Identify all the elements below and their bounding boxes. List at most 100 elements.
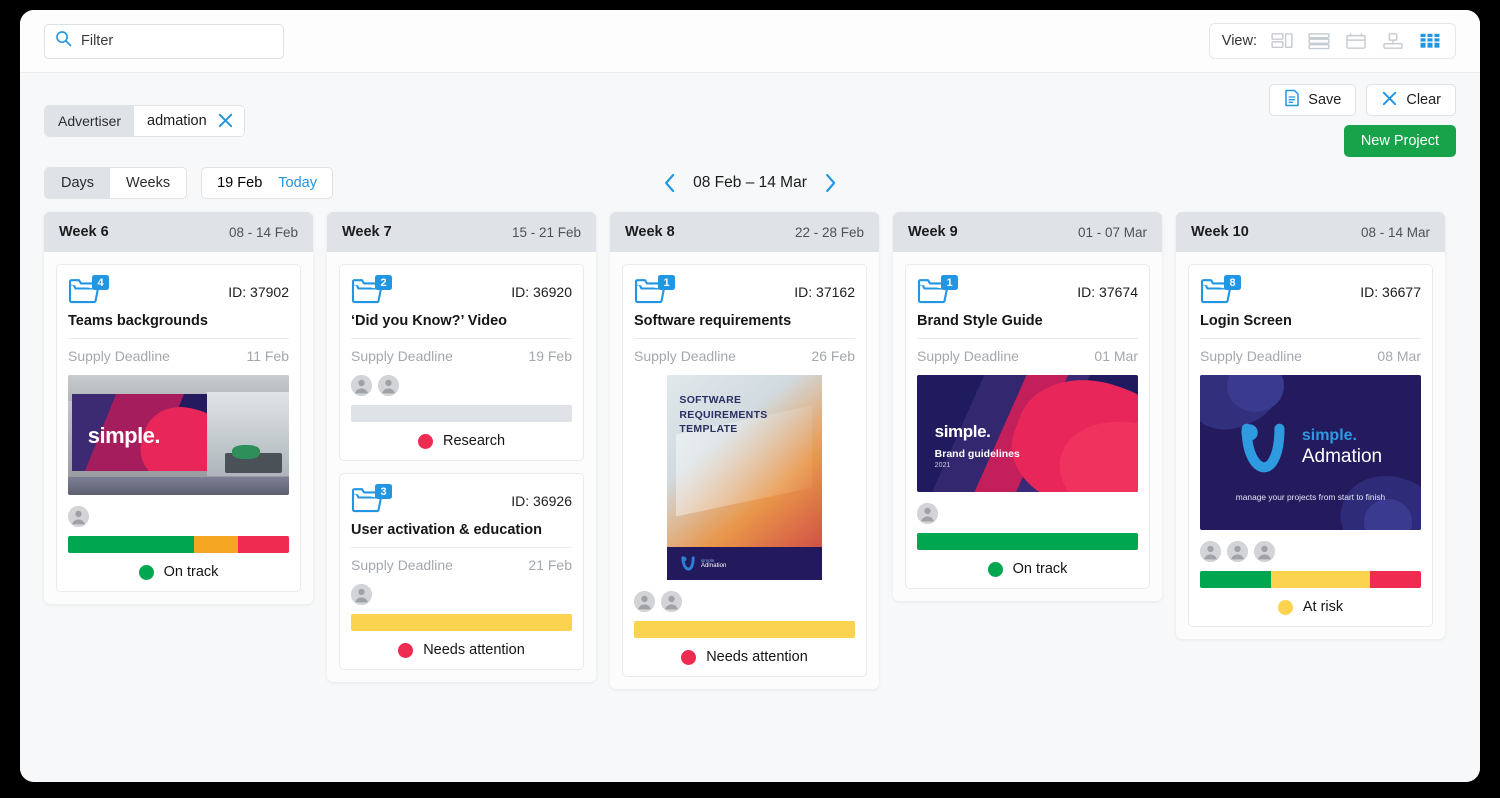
- progress-bar: [351, 614, 572, 631]
- toolbar-actions: Save Clear New Project: [1269, 84, 1456, 157]
- avatar[interactable]: [378, 375, 399, 396]
- search-filter-box[interactable]: [44, 23, 284, 59]
- card-thumbnail[interactable]: simple. Brand guidelines 2021: [917, 375, 1138, 492]
- view-switcher: View:: [1208, 23, 1456, 59]
- thumbnail-sub-text: Admation: [1301, 445, 1383, 467]
- project-card[interactable]: 3 ID: 36926 User activation & education …: [339, 473, 584, 670]
- avatar[interactable]: [1254, 541, 1275, 562]
- folder-icon[interactable]: 1: [634, 275, 675, 307]
- kanban-view-icon[interactable]: [1417, 30, 1443, 52]
- column-week-label: Week 8: [625, 224, 675, 240]
- assignee-avatars: [634, 591, 855, 612]
- status-label: Needs attention: [706, 649, 808, 665]
- supply-deadline-label: Supply Deadline: [351, 557, 453, 573]
- progress-bar: [68, 536, 289, 553]
- kanban-column: Week 10 08 - 14 Mar 8 ID: 36677 Login Scr…: [1176, 212, 1445, 639]
- calendar-view-icon[interactable]: [1343, 30, 1369, 52]
- card-header: 2 ID: 36920: [351, 275, 572, 307]
- today-button[interactable]: Today: [278, 175, 317, 191]
- avatar[interactable]: [634, 591, 655, 612]
- progress-bar: [917, 533, 1138, 550]
- folder-icon[interactable]: 3: [351, 484, 392, 516]
- previous-range-icon[interactable]: [663, 173, 676, 193]
- column-date-range: 08 - 14 Mar: [1360, 224, 1430, 240]
- next-range-icon[interactable]: [824, 173, 837, 193]
- project-id: ID: 37162: [794, 284, 855, 300]
- advertiser-filter-value: admation: [147, 112, 207, 129]
- card-thumbnail[interactable]: simple.: [68, 375, 289, 495]
- split-view-icon[interactable]: [1269, 30, 1295, 52]
- remove-advertiser-filter-icon[interactable]: [217, 112, 234, 129]
- card-header: 4 ID: 37902: [68, 275, 289, 307]
- progress-bar: [351, 405, 572, 422]
- asset-count-badge: 4: [92, 275, 109, 290]
- weeks-toggle[interactable]: Weeks: [110, 168, 187, 198]
- column-card-list: 1 ID: 37162 Software requirements Supply…: [610, 252, 879, 689]
- new-project-button[interactable]: New Project: [1343, 125, 1456, 157]
- column-card-list: 8 ID: 36677 Login Screen Supply Deadline…: [1176, 252, 1445, 639]
- progress-segment: [634, 621, 855, 638]
- status-indicator-dot: [417, 433, 433, 449]
- folder-icon[interactable]: 8: [1200, 275, 1241, 307]
- avatar[interactable]: [68, 506, 89, 527]
- thumbnail-brand-text: simple.: [87, 422, 161, 448]
- status-label: At risk: [1302, 599, 1344, 615]
- card-header: 1 ID: 37162: [634, 275, 855, 307]
- project-card[interactable]: 4 ID: 37902 Teams backgrounds Supply Dea…: [56, 264, 301, 592]
- search-icon: [55, 30, 72, 52]
- asset-count-badge: 1: [658, 275, 675, 290]
- list-view-icon[interactable]: [1306, 30, 1332, 52]
- avatar[interactable]: [1227, 541, 1248, 562]
- card-header: 8 ID: 36677: [1200, 275, 1421, 307]
- progress-segment: [193, 536, 239, 553]
- gantt-view-icon[interactable]: [1380, 30, 1406, 52]
- project-card[interactable]: 8 ID: 36677 Login Screen Supply Deadline…: [1188, 264, 1433, 627]
- thumbnail-software-requirements-doc: SOFTWARE REQUIREMENTS TEMPLATE simple. A…: [667, 375, 822, 580]
- progress-segment: [68, 536, 194, 553]
- project-id: ID: 36920: [511, 284, 572, 300]
- project-title: Login Screen: [1200, 313, 1292, 329]
- avatar[interactable]: [661, 591, 682, 612]
- kanban-column: Week 9 01 - 07 Mar 1 ID: 37674 Brand Styl…: [893, 212, 1162, 601]
- kanban-board-scroll[interactable]: Week 6 08 - 14 Feb 4 ID: 37902 Teams back…: [20, 199, 1480, 782]
- card-thumbnail[interactable]: SOFTWARE REQUIREMENTS TEMPLATE simple. A…: [634, 375, 855, 580]
- status-label: On track: [1012, 561, 1068, 577]
- column-date-range: 08 - 14 Feb: [228, 224, 298, 240]
- kanban-column: Week 8 22 - 28 Feb 1 ID: 37162 Software r…: [610, 212, 879, 689]
- avatar[interactable]: [351, 375, 372, 396]
- folder-icon[interactable]: 2: [351, 275, 392, 307]
- column-header: Week 6 08 - 14 Feb: [44, 212, 313, 252]
- document-icon: [1284, 89, 1300, 111]
- search-input[interactable]: [81, 33, 273, 49]
- advertiser-filter-chip[interactable]: Advertiser admation: [44, 104, 245, 137]
- kanban-board: Week 6 08 - 14 Feb 4 ID: 37902 Teams back…: [44, 212, 1456, 689]
- status-row: On track: [917, 561, 1138, 577]
- project-card[interactable]: 1 ID: 37162 Software requirements Supply…: [622, 264, 867, 677]
- project-card[interactable]: 1 ID: 37674 Brand Style Guide Supply Dea…: [905, 264, 1150, 589]
- folder-icon[interactable]: 4: [68, 275, 109, 307]
- kanban-column: Week 6 08 - 14 Feb 4 ID: 37902 Teams back…: [44, 212, 313, 604]
- avatar[interactable]: [351, 584, 372, 605]
- supply-deadline-date: 11 Feb: [246, 348, 289, 364]
- clear-button-label: Clear: [1406, 92, 1441, 108]
- project-title: Teams backgrounds: [68, 313, 208, 329]
- clear-button[interactable]: Clear: [1366, 84, 1456, 116]
- project-card[interactable]: 2 ID: 36920 ‘Did you Know?’ Video Supply…: [339, 264, 584, 461]
- supply-deadline-row: Supply Deadline 11 Feb: [68, 339, 289, 364]
- avatar[interactable]: [1200, 541, 1221, 562]
- project-title: ‘Did you Know?’ Video: [351, 313, 508, 329]
- granularity-toggle: Days Weeks: [44, 167, 188, 199]
- save-button[interactable]: Save: [1269, 84, 1357, 116]
- assignee-avatars: [351, 584, 572, 605]
- card-thumbnail[interactable]: simple. Admation manage your projects fr…: [1200, 375, 1421, 530]
- project-id: ID: 36677: [1360, 284, 1421, 300]
- column-header: Week 8 22 - 28 Feb: [610, 212, 879, 252]
- avatar[interactable]: [917, 503, 938, 524]
- days-toggle[interactable]: Days: [45, 168, 111, 198]
- date-picker[interactable]: 19 Feb Today: [201, 167, 333, 199]
- column-header: Week 9 01 - 07 Mar: [893, 212, 1162, 252]
- thumbnail-year-text: 2021: [934, 461, 951, 469]
- top-toolbar: View:: [20, 10, 1480, 73]
- folder-icon[interactable]: 1: [917, 275, 958, 307]
- progress-segment: [917, 533, 1138, 550]
